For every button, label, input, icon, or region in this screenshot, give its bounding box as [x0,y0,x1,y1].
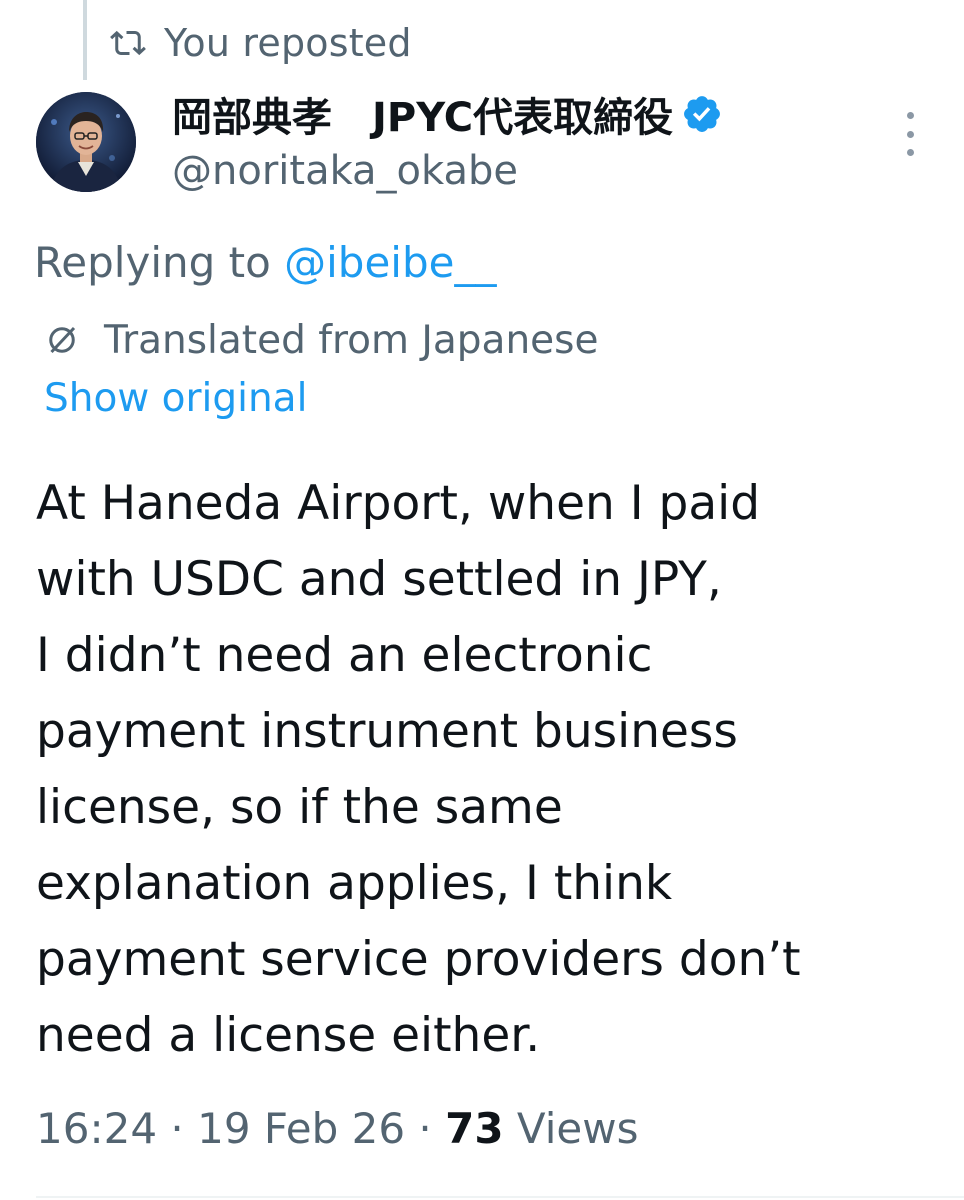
tweet-text: At Haneda Airport, when I paid with USDC… [36,466,936,1074]
tweet-text-line: explanation applies, I think [36,856,673,911]
tweet-text-line: with USDC and settled in JPY, [36,552,722,607]
author-display-name[interactable]: 岡部典孝 JPYC代表取締役 [172,85,673,143]
more-dot-icon [906,112,914,119]
more-options-button[interactable] [898,112,922,156]
meta-separator: · [405,1104,446,1153]
translated-label: Translated from Japanese [104,317,599,363]
repost-icon [108,23,148,63]
translate-icon [44,320,84,360]
tweet-meta: 16:24 · 19 Feb 26 · 73 Views [36,1104,638,1153]
show-original-link[interactable]: Show original [44,376,307,421]
tweet-time[interactable]: 16:24 [36,1104,157,1153]
author-name-row[interactable]: 岡部典孝 JPYC代表取締役 [172,84,725,144]
meta-separator: · [157,1104,198,1153]
tweet-text-line: payment instrument business [36,704,738,759]
replying-prefix: Replying to [34,238,285,287]
author-handle[interactable]: @noritaka_okabe [172,148,518,194]
verified-badge-icon[interactable] [681,92,725,136]
tweet-text-line: payment service providers don’t [36,932,801,987]
divider [36,1196,964,1198]
repost-indicator[interactable]: You reposted [108,18,412,68]
translation-notice: Translated from Japanese [44,315,598,365]
tweet-text-line: At Haneda Airport, when I paid [36,476,761,531]
avatar[interactable] [36,92,136,192]
tweet-text-line: license, so if the same [36,780,563,835]
replying-to: Replying to @ibeibe__ [34,238,496,287]
more-dot-icon [906,149,914,156]
reply-mention-link[interactable]: @ibeibe__ [284,238,496,287]
more-dot-icon [906,130,914,138]
tweet-text-line: need a license either. [36,1008,541,1063]
views-count[interactable]: 73 [445,1104,503,1153]
views-label[interactable]: Views [504,1104,639,1153]
tweet-date[interactable]: 19 Feb 26 [197,1104,405,1153]
thread-line [83,0,87,80]
tweet-text-line: I didn’t need an electronic [36,628,653,683]
repost-label: You reposted [164,21,412,65]
